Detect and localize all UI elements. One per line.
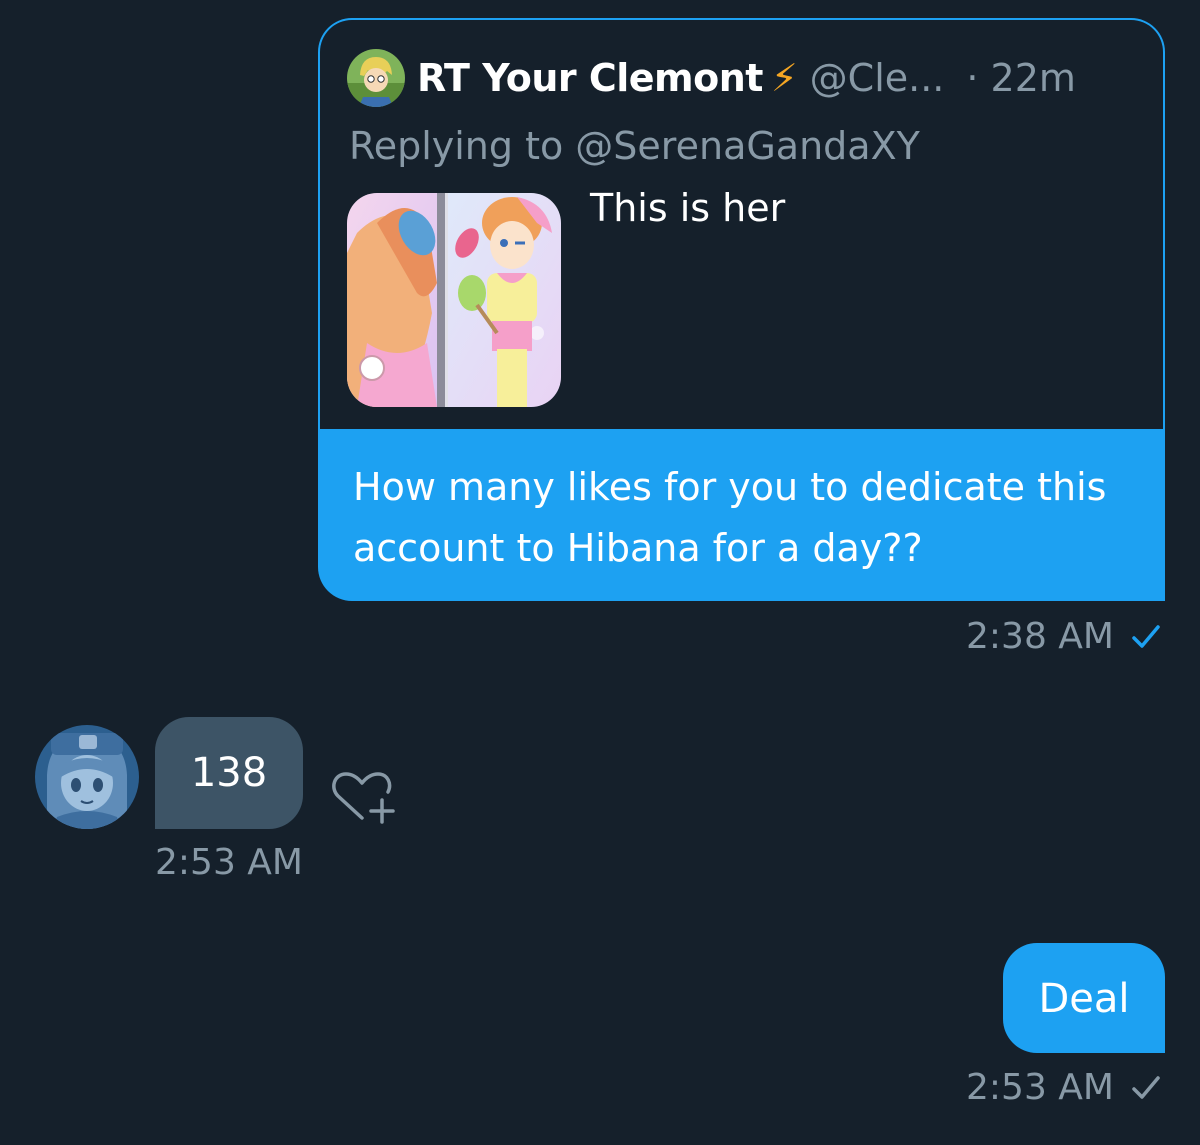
message-meta: 2:38 AM	[966, 616, 1162, 657]
check-icon	[1132, 1075, 1160, 1099]
sender-avatar[interactable]	[35, 725, 139, 829]
quoted-tweet-header: RT Your Clemont ⚡ @Cle... · 22m	[347, 47, 1147, 109]
heart-plus-icon[interactable]	[330, 768, 398, 826]
outgoing-message-with-quote[interactable]: RT Your Clemont ⚡ @Cle... · 22m Replying…	[318, 18, 1165, 601]
quoted-author-handle[interactable]: @Cle...	[810, 56, 945, 100]
quoted-author-name[interactable]: RT Your Clemont	[417, 56, 763, 100]
message-bubble-incoming[interactable]: 138	[155, 717, 303, 829]
message-timestamp: 2:38 AM	[966, 616, 1114, 657]
message-bubble-outgoing[interactable]: How many likes for you to dedicate this …	[318, 429, 1165, 601]
quoted-author-avatar[interactable]	[347, 49, 405, 107]
quoted-tweet-media[interactable]	[347, 193, 561, 407]
check-icon	[1132, 624, 1160, 648]
quoted-tweet-text: This is her	[590, 186, 786, 230]
anime-screenshot-icon	[347, 193, 561, 407]
message-timestamp: 2:53 AM	[155, 842, 303, 883]
message-timestamp: 2:53 AM	[966, 1067, 1114, 1108]
quoted-tweet-card[interactable]: RT Your Clemont ⚡ @Cle... · 22m Replying…	[318, 18, 1165, 429]
message-bubble-outgoing[interactable]: Deal	[1003, 943, 1165, 1053]
replying-to-label[interactable]: Replying to @SerenaGandaXY	[349, 124, 920, 168]
dm-conversation: RT Your Clemont ⚡ @Cle... · 22m Replying…	[0, 0, 1200, 1145]
lightning-badge-icon: ⚡	[770, 56, 798, 100]
quoted-tweet-time: · 22m	[966, 56, 1076, 100]
message-meta: 2:53 AM	[966, 1067, 1162, 1108]
